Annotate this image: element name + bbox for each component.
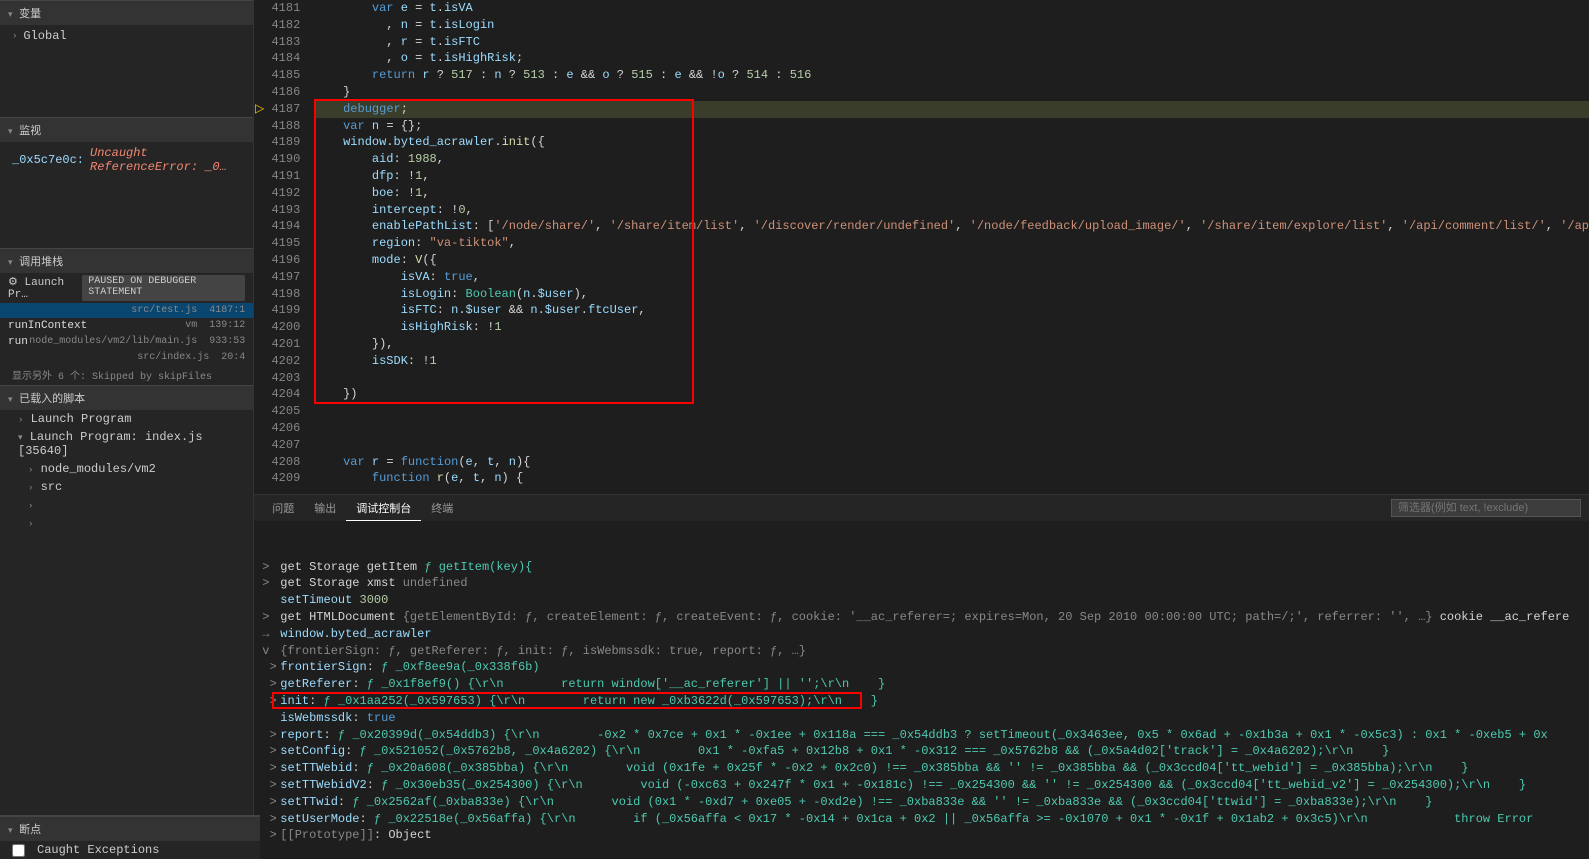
code-content[interactable]: var e = t.isVA , n = t.isLogin , r = t.i… xyxy=(314,0,1589,494)
console-line[interactable]: >setUserMode: ƒ _0x22518e(_0x56affa) {\r… xyxy=(262,811,1581,828)
loaded-tree-item[interactable]: › xyxy=(0,496,253,514)
callstack-status-row: ⚙ Launch Pr… PAUSED ON DEBUGGER STATEMEN… xyxy=(0,273,253,303)
console-line[interactable]: setTimeout 3000 xyxy=(262,592,1581,609)
variables-section-header[interactable]: ▾ 变量 xyxy=(0,0,253,25)
callstack-frame[interactable]: src/index.js 20:4 xyxy=(0,350,253,365)
tab-output[interactable]: 输出 xyxy=(304,496,346,520)
console-line[interactable]: >get HTMLDocument {getElementById: ƒ, cr… xyxy=(262,609,1581,626)
line-gutter: 418141824183418441854186▷ 41874188418941… xyxy=(254,0,314,494)
debug-sidebar: ▾ 变量 ›Global ▾ 监视 _0x5c7e0c: Uncaught Re… xyxy=(0,0,254,859)
loaded-scripts-header[interactable]: ▾ 已载入的脚本 xyxy=(0,385,253,410)
loaded-tree-item[interactable]: › src xyxy=(0,478,253,496)
callstack-section-header[interactable]: ▾ 调用堆栈 xyxy=(0,248,253,273)
tab-terminal[interactable]: 终端 xyxy=(421,496,463,520)
console-line[interactable]: >report: ƒ _0x20399d(_0x54ddb3) {\r\n -0… xyxy=(262,727,1581,744)
code-editor[interactable]: 418141824183418441854186▷ 41874188418941… xyxy=(254,0,1589,494)
watch-item[interactable]: _0x5c7e0c: Uncaught ReferenceError: _0… xyxy=(0,144,253,176)
console-line[interactable]: >get Storage xmst undefined xyxy=(262,575,1581,592)
console-line[interactable]: →window.byted_acrawler xyxy=(262,626,1581,643)
console-line[interactable]: isWebmssdk: true xyxy=(262,710,1581,727)
bottom-panel: 问题 输出 调试控制台 终端 >get Storage getItem ƒ ge… xyxy=(254,494,1589,859)
console-line[interactable]: >[[Prototype]]: Object xyxy=(262,827,1581,844)
console-line[interactable]: >init: ƒ _0x1aa252(_0x597653) {\r\n retu… xyxy=(262,693,1581,710)
callstack-frame[interactable]: runInContextvm 139:12 xyxy=(0,318,253,334)
breakpoints-section: ▾ 断点 Caught Exceptions xyxy=(0,815,260,859)
caught-exceptions-checkbox[interactable] xyxy=(12,844,25,857)
filter-input[interactable] xyxy=(1391,499,1581,517)
tab-debug-console[interactable]: 调试控制台 xyxy=(346,496,421,521)
loaded-tree-item[interactable]: › xyxy=(0,514,253,532)
debug-console[interactable]: >get Storage getItem ƒ getItem(key){>get… xyxy=(254,521,1589,859)
tab-problems[interactable]: 问题 xyxy=(262,496,304,520)
launch-program-1[interactable]: › Launch Program xyxy=(0,410,253,428)
callstack-frame[interactable]: src/test.js 4187:1 xyxy=(0,303,253,318)
breakpoint-caught-exceptions[interactable]: Caught Exceptions xyxy=(0,841,260,859)
callstack-frame[interactable]: runnode_modules/vm2/lib/main.js 933:53 xyxy=(0,334,253,350)
console-line[interactable]: >setConfig: ƒ _0x521052(_0x5762b8, _0x4a… xyxy=(262,743,1581,760)
launch-program-2[interactable]: ▾ Launch Program: index.js [35640] xyxy=(0,428,253,460)
console-line[interactable]: >setTTwid: ƒ _0x2562af(_0xba833e) {\r\n … xyxy=(262,794,1581,811)
console-line[interactable]: >setTTWebid: ƒ _0x20a608(_0x385bba) {\r\… xyxy=(262,760,1581,777)
callstack-skip-note: 显示另外 6 个: Skipped by skipFiles xyxy=(0,365,253,385)
variables-global[interactable]: ›Global xyxy=(0,27,253,45)
breakpoints-header[interactable]: ▾ 断点 xyxy=(0,816,260,841)
loaded-tree-item[interactable]: › node_modules/vm2 xyxy=(0,460,253,478)
panel-tab-bar: 问题 输出 调试控制台 终端 xyxy=(254,495,1589,521)
watch-section-header[interactable]: ▾ 监视 xyxy=(0,117,253,142)
console-line[interactable]: >frontierSign: ƒ _0xf8ee9a(_0x338f6b) xyxy=(262,659,1581,676)
console-line[interactable]: >getReferer: ƒ _0x1f8ef9() {\r\n return … xyxy=(262,676,1581,693)
console-line[interactable]: v{frontierSign: ƒ, getReferer: ƒ, init: … xyxy=(262,643,1581,660)
console-line[interactable]: >setTTWebidV2: ƒ _0x30eb35(_0x254300) {\… xyxy=(262,777,1581,794)
console-line[interactable]: >get Storage getItem ƒ getItem(key){ xyxy=(262,559,1581,576)
main-area: 418141824183418441854186▷ 41874188418941… xyxy=(254,0,1589,859)
